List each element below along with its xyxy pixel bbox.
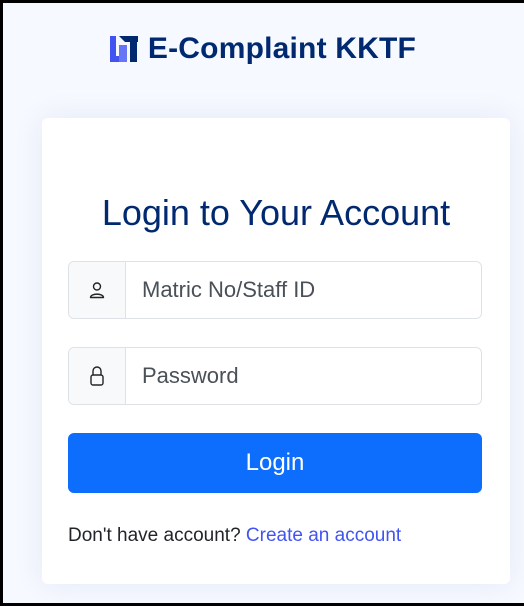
brand-name: E-Complaint KKTF	[147, 32, 417, 65]
brand-header[interactable]: E-Complaint KKTF	[0, 32, 524, 66]
password-input-group	[68, 347, 482, 405]
login-button[interactable]: Login	[68, 433, 482, 493]
signup-prompt: Don't have account? Create an account	[68, 525, 401, 547]
username-input-group	[68, 261, 482, 319]
lock-icon	[90, 366, 104, 386]
username-addon	[69, 262, 126, 318]
brand-logo-icon	[109, 36, 138, 62]
create-account-link[interactable]: Create an account	[246, 525, 401, 546]
password-addon	[69, 348, 126, 404]
person-icon	[89, 282, 105, 299]
page-title: Login to Your Account	[101, 192, 451, 233]
password-field[interactable]	[126, 348, 481, 404]
username-field[interactable]	[126, 262, 481, 318]
login-card: Login to Your Account Login Don't have a…	[42, 118, 510, 584]
signup-prompt-text: Don't have account?	[68, 525, 246, 546]
